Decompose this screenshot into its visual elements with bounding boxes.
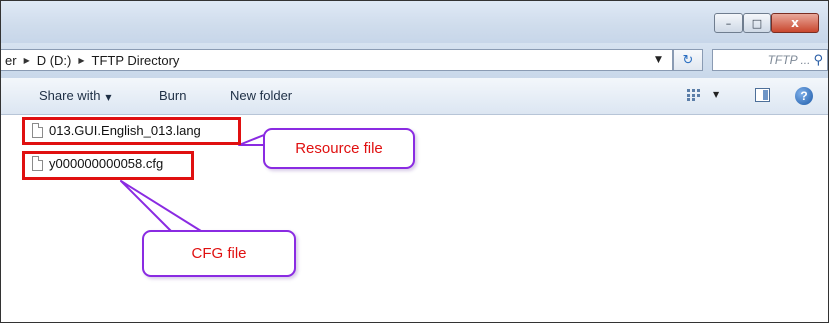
address-row: er ▶ D (D:) ▶ TFTP Directory ▼ ↻ TFTP ..… [1,43,828,78]
close-icon: x [791,16,799,30]
preview-pane-icon[interactable] [755,88,770,102]
maximize-icon: □ [751,16,763,30]
share-with-label: Share with [39,88,101,103]
burn-button[interactable]: Burn [159,88,186,103]
search-placeholder: TFTP ... [767,53,811,67]
cfg-callout-pointer [120,180,202,232]
views-icon[interactable] [687,89,701,101]
breadcrumb-drive[interactable]: D (D:) [37,53,72,68]
help-icon[interactable]: ? [795,87,813,105]
maximize-button[interactable]: □ [743,13,771,33]
search-icon[interactable]: ⚲ [813,53,823,68]
command-toolbar: Share with ▼ Burn New folder ▼ ? [1,78,828,115]
minimize-icon: – [725,16,732,30]
search-input[interactable]: TFTP ... ⚲ [712,49,828,71]
highlight-box-cfg [22,151,194,180]
close-button[interactable]: x [771,13,819,33]
new-folder-button[interactable]: New folder [230,88,292,103]
breadcrumb-partial[interactable]: er [5,53,17,68]
minimize-button[interactable]: – [714,13,743,33]
refresh-icon: ↻ [682,52,694,68]
views-dropdown-icon[interactable]: ▼ [713,90,719,99]
resource-file-callout: Resource file [263,128,415,169]
address-history-dropdown-icon[interactable]: ▼ [655,55,662,65]
cfg-file-callout: CFG file [142,230,296,277]
resource-callout-pointer [238,134,265,146]
refresh-button[interactable]: ↻ [673,49,703,71]
share-with-button[interactable]: Share with ▼ [39,88,112,103]
callout-label: CFG file [191,245,247,262]
explorer-window: – □ x er ▶ D (D:) ▶ TFTP Directory ▼ ↻ T… [0,0,829,323]
breadcrumb-arrow-icon[interactable]: ▶ [24,56,30,65]
chevron-down-icon: ▼ [105,93,112,102]
callout-label: Resource file [295,140,383,157]
address-bar[interactable]: er ▶ D (D:) ▶ TFTP Directory [1,49,673,71]
breadcrumb-arrow-icon[interactable]: ▶ [78,56,84,65]
highlight-box-resource [22,117,241,145]
title-bar: – □ x [1,1,828,43]
file-list: 013.GUI.English_013.lang y000000000058.c… [1,115,828,322]
breadcrumb-folder[interactable]: TFTP Directory [92,53,180,68]
